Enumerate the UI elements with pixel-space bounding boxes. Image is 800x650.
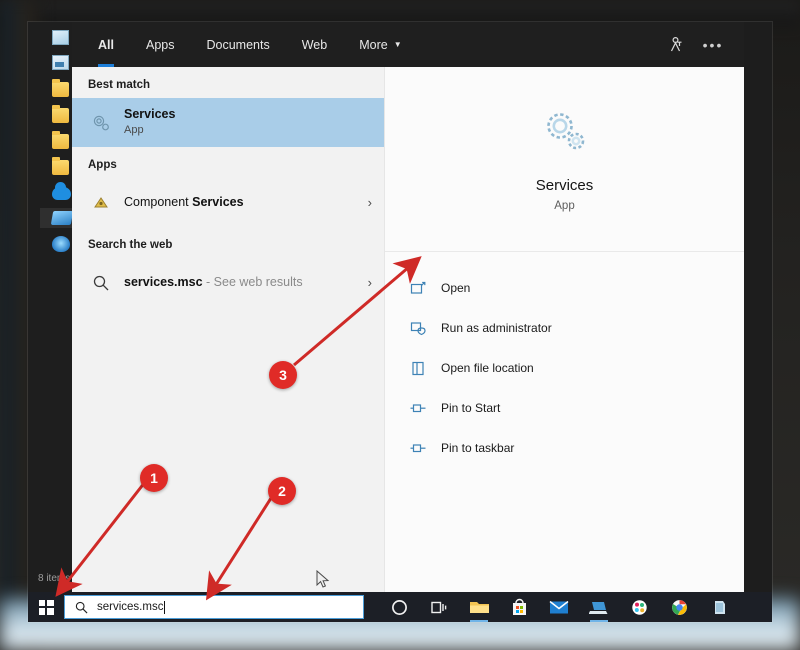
- chevron-right-icon[interactable]: ›: [368, 275, 372, 290]
- result-title-services: Services: [124, 106, 176, 121]
- result-title-component-services: Component Services: [124, 194, 244, 209]
- pin-icon: [407, 400, 429, 417]
- header-actions: •••: [658, 30, 744, 60]
- action-run-as-administrator[interactable]: Run as administrator: [407, 314, 744, 342]
- result-subtitle-services: App: [124, 124, 144, 137]
- tab-more[interactable]: More ▼: [343, 22, 417, 67]
- tab-more-label: More: [359, 37, 388, 52]
- section-label-apps: Apps: [88, 159, 117, 171]
- microsoft-store-icon[interactable]: [500, 592, 538, 622]
- tab-documents-label: Documents: [206, 37, 270, 52]
- network-icon: [52, 236, 70, 252]
- chevron-down-icon: ▼: [393, 40, 402, 49]
- annotation-badge-2: 2: [268, 477, 296, 505]
- mail-icon[interactable]: [540, 592, 578, 622]
- tab-all[interactable]: All: [82, 22, 130, 67]
- search-filter-header: All Apps Documents Web More ▼ •••: [72, 22, 744, 67]
- folder-icon: [52, 105, 69, 123]
- picture-icon: [52, 55, 69, 70]
- folder-open-icon: [407, 360, 429, 377]
- folder-icon: [52, 79, 69, 97]
- action-pin-to-start[interactable]: Pin to Start: [407, 394, 744, 422]
- this-pc-icon: [50, 211, 74, 225]
- annotation-badge-3: 3: [269, 361, 297, 389]
- task-view-icon[interactable]: [420, 592, 458, 622]
- result-text-web-search: services.msc - See web results: [124, 275, 303, 291]
- result-row-component-services[interactable]: Component Services ›: [72, 178, 384, 227]
- search-results-list: Best match Services App Apps Component S…: [72, 67, 384, 592]
- app-preview-panel: Services App Open Run as administrator O…: [384, 67, 744, 592]
- app-actions-list: Open Run as administrator Open file loca…: [385, 252, 744, 462]
- tab-web-label: Web: [301, 37, 328, 52]
- result-row-web-search[interactable]: services.msc - See web results ›: [72, 258, 384, 307]
- cortana-icon[interactable]: [380, 592, 418, 622]
- tab-all-label: All: [98, 37, 114, 52]
- services-gear-icon: [88, 112, 114, 134]
- preview-app-type: App: [554, 200, 575, 212]
- action-open-file-location-label: Open file location: [441, 361, 534, 375]
- start-button[interactable]: [28, 592, 64, 622]
- folder-icon: [52, 131, 69, 149]
- slack-icon[interactable]: [620, 592, 658, 622]
- action-pin-to-start-label: Pin to Start: [441, 401, 501, 415]
- mouse-cursor: [316, 569, 330, 594]
- more-options-icon[interactable]: •••: [696, 30, 730, 60]
- tab-web[interactable]: Web: [286, 22, 343, 67]
- tab-apps-label: Apps: [145, 37, 175, 52]
- chrome-icon[interactable]: [660, 592, 698, 622]
- taskbar-app-icons: [380, 592, 738, 622]
- search-filter-tabs[interactable]: All Apps Documents Web More ▼: [82, 22, 418, 67]
- services-gear-icon: [539, 106, 591, 163]
- explorer-status-bar: 8 items: [38, 573, 71, 584]
- result-row-services[interactable]: Services App: [72, 98, 384, 147]
- open-window-icon: [407, 280, 429, 297]
- taskbar-search-input[interactable]: services.msc: [64, 595, 364, 619]
- action-open-file-location[interactable]: Open file location: [407, 354, 744, 382]
- onedrive-icon: [52, 182, 71, 200]
- action-run-as-administrator-label: Run as administrator: [441, 321, 552, 335]
- section-label-best-match: Best match: [88, 79, 150, 91]
- tab-apps[interactable]: Apps: [130, 22, 191, 67]
- component-services-icon: [88, 194, 114, 212]
- folder-icon: [52, 157, 69, 175]
- preview-app-name: Services: [535, 177, 594, 194]
- action-pin-to-taskbar[interactable]: Pin to taskbar: [407, 434, 744, 462]
- result-text-component-services: Component Services: [124, 195, 244, 211]
- search-icon: [75, 601, 88, 613]
- windows-logo-icon: [38, 599, 54, 615]
- search-results-body: Best match Services App Apps Component S…: [72, 67, 744, 592]
- text-caret: [164, 600, 166, 614]
- taskbar: services.msc: [28, 592, 772, 622]
- shield-window-icon: [407, 320, 429, 337]
- pin-icon: [407, 440, 429, 457]
- tab-documents[interactable]: Documents: [190, 22, 285, 67]
- action-pin-to-taskbar-label: Pin to taskbar: [441, 441, 515, 455]
- app-icon[interactable]: [700, 592, 738, 622]
- desktop-screenshot: 8 items All Apps Documents Web More ▼ ••…: [28, 22, 772, 622]
- result-title-web-search: services.msc - See web results: [124, 274, 303, 289]
- document-icon: [52, 30, 69, 45]
- annotation-badge-1: 1: [140, 464, 168, 492]
- action-open[interactable]: Open: [407, 274, 744, 302]
- section-label-search-the-web: Search the web: [88, 239, 173, 251]
- chevron-right-icon[interactable]: ›: [368, 195, 372, 210]
- search-icon: [88, 274, 114, 292]
- taskbar-search-value: services.msc: [97, 601, 164, 613]
- result-text-services: Services App: [124, 107, 175, 138]
- feedback-icon[interactable]: [658, 30, 692, 60]
- remote-desktop-icon[interactable]: [580, 592, 618, 622]
- file-explorer-icon[interactable]: [460, 592, 498, 622]
- action-open-label: Open: [441, 281, 471, 295]
- preview-header: Services App: [385, 67, 744, 252]
- start-menu-search-panel: All Apps Documents Web More ▼ ••• Best m…: [72, 22, 744, 592]
